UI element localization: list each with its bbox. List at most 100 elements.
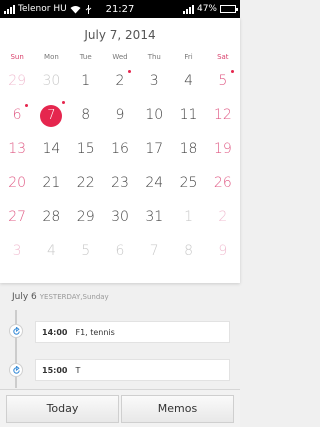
calendar-day[interactable]: 27 xyxy=(0,200,34,234)
calendar-day[interactable]: 1 xyxy=(171,200,205,234)
calendar-day[interactable]: 29 xyxy=(0,64,34,98)
calendar-week-row: 6 7 8 9 10 11 12 xyxy=(0,98,240,132)
calendar-grid: 29 30 1 2 3 4 5 6 7 8 9 10 11 12 13 14 15 16 17 18 19 20 21 22 2… xyxy=(0,64,240,268)
calendar-day[interactable]: 16 xyxy=(103,132,137,166)
day-number: 12 xyxy=(213,107,232,123)
day-number: 3 xyxy=(149,73,159,89)
calendar-day[interactable]: 3 xyxy=(0,234,34,268)
day-number: 6 xyxy=(12,107,22,123)
calendar-day[interactable]: 23 xyxy=(103,166,137,200)
calendar-week-row: 29 30 1 2 3 4 5 xyxy=(0,64,240,98)
calendar-day[interactable]: 13 xyxy=(0,132,34,166)
calendar-day[interactable]: 19 xyxy=(206,132,240,166)
event-indicator-dot xyxy=(25,104,29,107)
day-number: 8 xyxy=(81,107,91,123)
calendar-day[interactable]: 30 xyxy=(34,64,68,98)
day-number: 30 xyxy=(111,209,129,225)
agenda-header: July 6 YESTERDAY,Sunday xyxy=(12,292,109,302)
calendar-week-row: 20 21 22 23 24 25 26 xyxy=(0,166,240,200)
weekday-label: Sat xyxy=(217,53,229,61)
day-number: 4 xyxy=(46,243,56,259)
calendar-day-today[interactable]: 7 xyxy=(34,98,68,132)
calendar-day[interactable]: 3 xyxy=(137,64,171,98)
calendar-day[interactable]: 29 xyxy=(69,200,103,234)
calendar-day[interactable]: 9 xyxy=(206,234,240,268)
day-number: 14 xyxy=(42,141,61,157)
day-number: 27 xyxy=(8,209,27,225)
calendar-day[interactable]: 2 xyxy=(103,64,137,98)
calendar-day[interactable]: 10 xyxy=(137,98,171,132)
event-indicator-dot xyxy=(61,101,65,104)
calendar-day[interactable]: 12 xyxy=(206,98,240,132)
calendar-week-row: 13 14 15 16 17 18 19 xyxy=(0,132,240,166)
weekday-label: Thu xyxy=(147,53,161,61)
event-item[interactable]: 15:00 T xyxy=(35,359,230,381)
event-item[interactable]: 14:00 F1, tennis xyxy=(35,321,230,343)
calendar-day[interactable]: 7 xyxy=(137,234,171,268)
day-number: 17 xyxy=(145,141,164,157)
calendar-day[interactable]: 15 xyxy=(69,132,103,166)
calendar-day[interactable]: 25 xyxy=(171,166,205,200)
calendar-day[interactable]: 4 xyxy=(34,234,68,268)
day-number: 7 xyxy=(149,243,159,259)
day-number: 8 xyxy=(184,243,193,259)
day-number: 19 xyxy=(213,141,232,157)
status-bar: Telenor HU 21:27 47% xyxy=(0,0,240,18)
day-number: 18 xyxy=(179,141,198,157)
calendar-day[interactable]: 8 xyxy=(171,234,205,268)
calendar-day[interactable]: 18 xyxy=(171,132,205,166)
day-number: 29 xyxy=(8,73,27,89)
day-number: 26 xyxy=(213,175,232,191)
calendar-day[interactable]: 8 xyxy=(69,98,103,132)
calendar-day[interactable]: 2 xyxy=(206,200,240,234)
day-number: 22 xyxy=(76,175,95,191)
day-number: 9 xyxy=(218,243,228,259)
calendar-day[interactable]: 1 xyxy=(69,64,103,98)
carrier-name: Telenor HU xyxy=(18,4,67,14)
calendar-day[interactable]: 21 xyxy=(34,166,68,200)
calendar-day[interactable]: 17 xyxy=(137,132,171,166)
signal-icon xyxy=(182,4,194,14)
day-number: 25 xyxy=(179,175,198,191)
day-number: 30 xyxy=(42,73,61,89)
calendar-day[interactable]: 4 xyxy=(171,64,205,98)
day-number: 5 xyxy=(81,243,91,259)
calendar-day[interactable]: 20 xyxy=(0,166,34,200)
memos-button[interactable]: Memos xyxy=(121,394,234,423)
weekday-label: Wed xyxy=(112,53,128,61)
day-number: 28 xyxy=(42,209,61,225)
calendar-day[interactable]: 5 xyxy=(206,64,240,98)
calendar-day[interactable]: 6 xyxy=(0,98,34,132)
agenda-subtitle: YESTERDAY,Sunday xyxy=(39,293,109,301)
calendar-week-row: 3 4 5 6 7 8 9 xyxy=(0,234,240,268)
event-title: F1, tennis xyxy=(75,327,115,337)
day-number: 5 xyxy=(218,73,228,89)
day-number: 11 xyxy=(179,107,198,123)
calendar-day[interactable]: 14 xyxy=(34,132,68,166)
battery-icon xyxy=(220,5,238,13)
calendar-day[interactable]: 6 xyxy=(103,234,137,268)
calendar-day[interactable]: 30 xyxy=(103,200,137,234)
calendar-day[interactable]: 22 xyxy=(69,166,103,200)
day-number: 24 xyxy=(145,175,164,191)
calendar-day[interactable]: 28 xyxy=(34,200,68,234)
month-calendar: July 7, 2014 Sun Mon Tue Wed Thu Fri Sat 29 30 1… xyxy=(0,18,240,283)
calendar-day[interactable]: 31 xyxy=(137,200,171,234)
calendar-day[interactable]: 26 xyxy=(206,166,240,200)
battery-percent: 47% xyxy=(196,4,217,14)
calendar-day[interactable]: 11 xyxy=(171,98,205,132)
day-number: 29 xyxy=(76,209,95,225)
agenda-date: July 6 xyxy=(12,292,37,302)
today-button[interactable]: Today xyxy=(6,394,119,423)
day-number: 23 xyxy=(111,175,129,191)
weekday-label: Mon xyxy=(44,53,59,61)
calendar-day[interactable]: 9 xyxy=(103,98,137,132)
calendar-day[interactable]: 5 xyxy=(69,234,103,268)
weekday-label: Tue xyxy=(79,53,92,61)
event-time: 15:00 xyxy=(42,365,68,375)
day-number: 2 xyxy=(218,209,228,225)
calendar-title[interactable]: July 7, 2014 xyxy=(0,18,240,50)
day-number: 31 xyxy=(145,209,164,225)
calendar-day[interactable]: 24 xyxy=(137,166,171,200)
sync-icon xyxy=(9,324,23,338)
